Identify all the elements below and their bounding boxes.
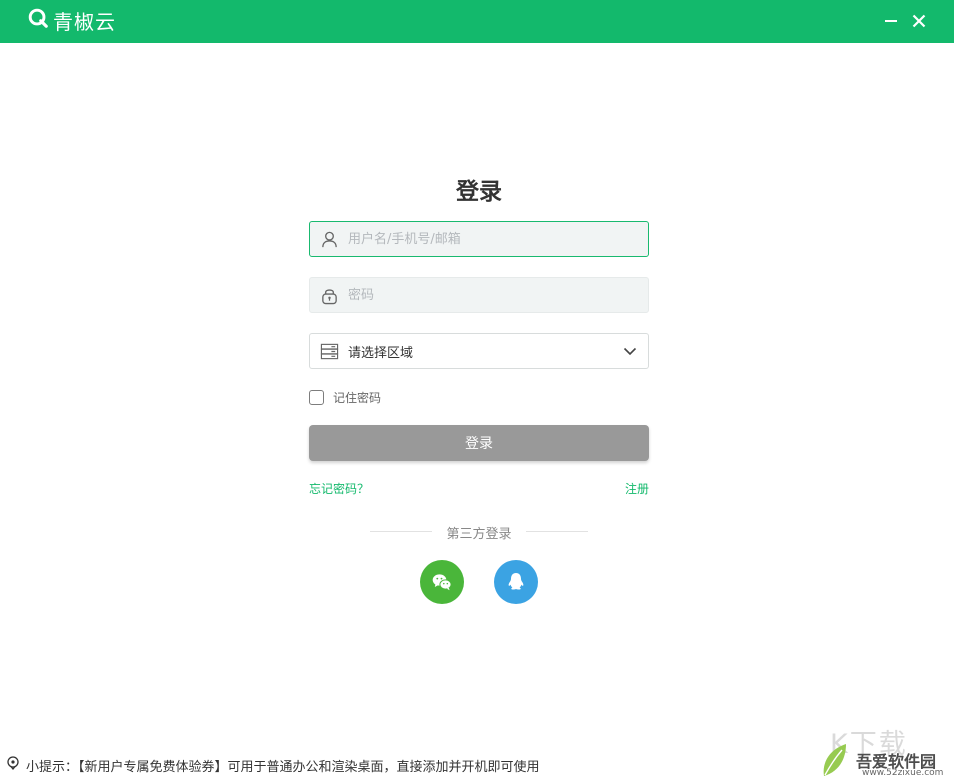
region-select[interactable]: 请选择区域 [309,333,649,369]
title-bar: 青椒云 [0,0,954,43]
qq-icon [508,573,524,590]
watermark: K下载 吾爱软件园 www.52zixue.com [820,722,948,780]
leaf-logo-icon [823,744,846,776]
remember-checkbox[interactable] [309,390,324,405]
forgot-password-link[interactable]: 忘记密码？ [309,480,369,497]
footer-tip: 小提示：【新用户专属免费体验券】可用于普通办公和渲染桌面，直接添加并开机即可使用 [6,756,540,775]
username-field[interactable] [309,221,649,257]
login-button[interactable]: 登录 [309,425,649,461]
close-icon [912,14,926,28]
wechat-icon [432,574,452,591]
app-logo-icon [27,7,49,33]
region-select-value: 请选择区域 [348,345,414,361]
minimize-icon [885,20,897,22]
server-icon [310,333,348,369]
remember-password[interactable]: 记住密码 [309,389,381,406]
password-field[interactable] [309,277,649,313]
password-input[interactable] [348,278,648,312]
watermark-url: www.52zixue.com [862,768,944,778]
footer-tip-text: 小提示：【新用户专属免费体验券】可用于普通办公和渲染桌面，直接添加并开机即可使用 [26,759,540,775]
divider-right [526,531,588,532]
app-logo: 青椒云 [27,6,116,34]
login-title: 登录 [456,179,502,205]
lock-icon [310,277,348,313]
location-pin-icon [6,756,20,774]
app-name: 青椒云 [53,9,116,34]
qq-login-button[interactable] [494,560,538,604]
third-party-label: 第三方登录 [446,527,512,542]
minimize-button[interactable] [878,8,904,34]
close-button[interactable] [906,8,932,34]
remember-label: 记住密码 [333,391,382,405]
username-input[interactable] [348,222,648,256]
user-icon [310,221,348,257]
chevron-down-icon [612,333,648,369]
wechat-login-button[interactable] [420,560,464,604]
register-link[interactable]: 注册 [625,480,649,497]
